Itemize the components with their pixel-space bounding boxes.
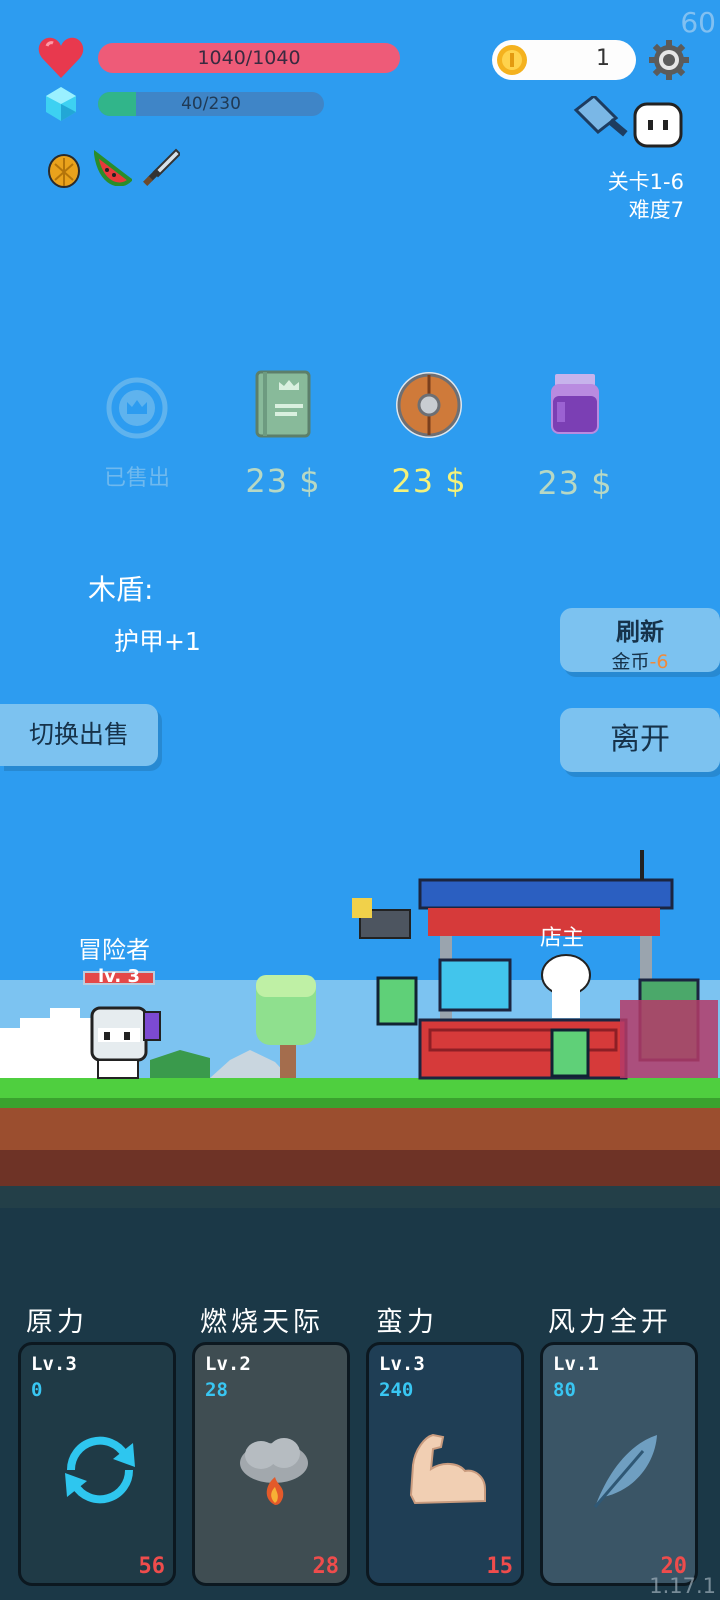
skill-cost: 80 [553,1379,576,1401]
shop-item-sold[interactable]: 已售出 [87,376,187,492]
skill-level: Lv.3 [379,1353,425,1375]
coin-counter: 1 [492,40,636,80]
hp-bar: 1040/1040 [98,43,400,73]
refresh-label: 刷新 [616,618,664,646]
leave-shop-button[interactable]: 离开 [560,708,720,772]
shop-item-wooden-shield-price: 23 $ [391,462,467,500]
version-label: 1.17.1 [649,1574,716,1598]
crown-icon [105,376,169,440]
pineapple-relic-icon[interactable] [46,150,82,188]
settings-gear-icon[interactable] [647,38,691,82]
selected-item-name: 木盾: [88,573,154,606]
shop-item-book[interactable]: 23 $ [233,370,333,500]
shop-item-jam-price: 23 $ [537,464,613,502]
wooden-shield-icon [396,370,462,438]
skill-count: 28 [312,1554,340,1579]
mp-bar: 40/230 [98,92,324,116]
heart-icon [38,36,84,80]
jam-jar-icon [543,372,607,436]
cleaver-map-icon[interactable] [572,94,630,142]
skill-cost: 0 [31,1379,43,1401]
skill-name-force: 原力 [26,1307,88,1338]
feather-icon [577,1425,667,1515]
book-icon [251,370,315,438]
hp-text: 1040/1040 [197,47,301,69]
flexed-arm-icon [403,1425,493,1515]
shop-item-book-price: 23 $ [245,462,321,500]
shop-item-sold-label: 已售出 [103,466,170,491]
skill-level: Lv.3 [31,1353,77,1375]
skill-card-force[interactable]: Lv.3 0 56 [18,1342,176,1586]
stage-info: 关卡1-6 难度7 [608,168,684,224]
coin-count: 1 [596,46,610,71]
skill-cost: 240 [379,1379,414,1401]
shop-item-wooden-shield[interactable]: 23 $ [379,370,479,500]
adventurer-level: lv. 3 [98,966,141,987]
selected-item-effect: 护甲+1 [114,627,201,656]
mp-text: 40/230 [181,94,241,114]
refresh-shop-button[interactable]: 刷新 金币-6 [560,608,720,673]
stage-level: 关卡1-6 [607,170,684,194]
crystal-icon [44,86,78,122]
dagger-relic-icon[interactable] [142,148,182,188]
skill-level: Lv.1 [553,1353,599,1375]
adventurer-name: 冒险者 [78,936,150,964]
shopkeeper-label: 店主 [540,926,585,951]
skill-level: Lv.2 [205,1353,251,1375]
fps-counter: 60 [680,6,716,39]
switch-to-sell-button[interactable]: 切换出售 [0,704,158,766]
game-scene [0,850,720,1210]
coin-icon [496,44,528,76]
skill-name-full-wind: 风力全开 [548,1307,672,1338]
stage-difficulty: 难度7 [628,198,684,222]
skill-name-burning-sky: 燃烧天际 [200,1307,324,1338]
skill-card-brute-force[interactable]: Lv.3 240 15 [366,1342,524,1586]
shop-item-jam[interactable]: 23 $ [525,372,625,502]
skill-count: 15 [486,1554,514,1579]
ghost-companion-icon[interactable] [632,98,684,150]
refresh-cost: 金币-6 [611,651,669,673]
skill-card-burning-sky[interactable]: Lv.2 28 28 [192,1342,350,1586]
skill-card-full-wind[interactable]: Lv.1 80 20 [540,1342,698,1586]
fire-cloud-icon [229,1425,319,1515]
skill-count: 56 [138,1554,166,1579]
watermelon-relic-icon[interactable] [93,149,134,187]
skill-cost: 28 [205,1379,228,1401]
skill-name-brute-force: 蛮力 [376,1307,438,1338]
cycle-arrows-icon [55,1425,145,1515]
